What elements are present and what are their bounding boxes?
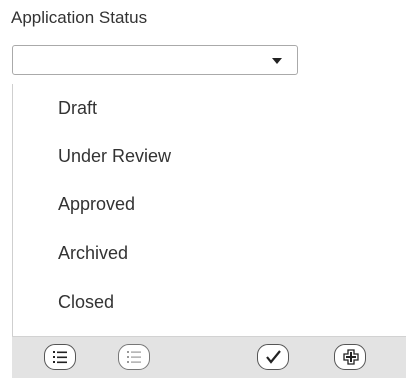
select-all-button[interactable] [44, 344, 76, 370]
deselect-all-button[interactable] [118, 344, 150, 370]
option-archived[interactable]: Archived [58, 235, 388, 271]
option-approved[interactable]: Approved [58, 186, 388, 222]
option-under-review[interactable]: Under Review [58, 138, 388, 174]
dropdown-panel: Draft Under Review Approved Archived Clo… [12, 84, 406, 378]
deselect-all-icon [127, 351, 141, 363]
dropdown-toolbar [12, 336, 406, 378]
option-closed[interactable]: Closed [58, 284, 388, 320]
chevron-down-icon[interactable] [272, 58, 282, 64]
add-icon [343, 349, 359, 365]
add-button[interactable] [334, 344, 366, 370]
confirm-button[interactable] [257, 344, 289, 370]
checkmark-icon [266, 350, 281, 364]
select-all-icon [53, 351, 67, 364]
field-label: Application Status [11, 8, 148, 27]
option-draft[interactable]: Draft [58, 90, 388, 126]
status-select[interactable] [12, 45, 298, 75]
